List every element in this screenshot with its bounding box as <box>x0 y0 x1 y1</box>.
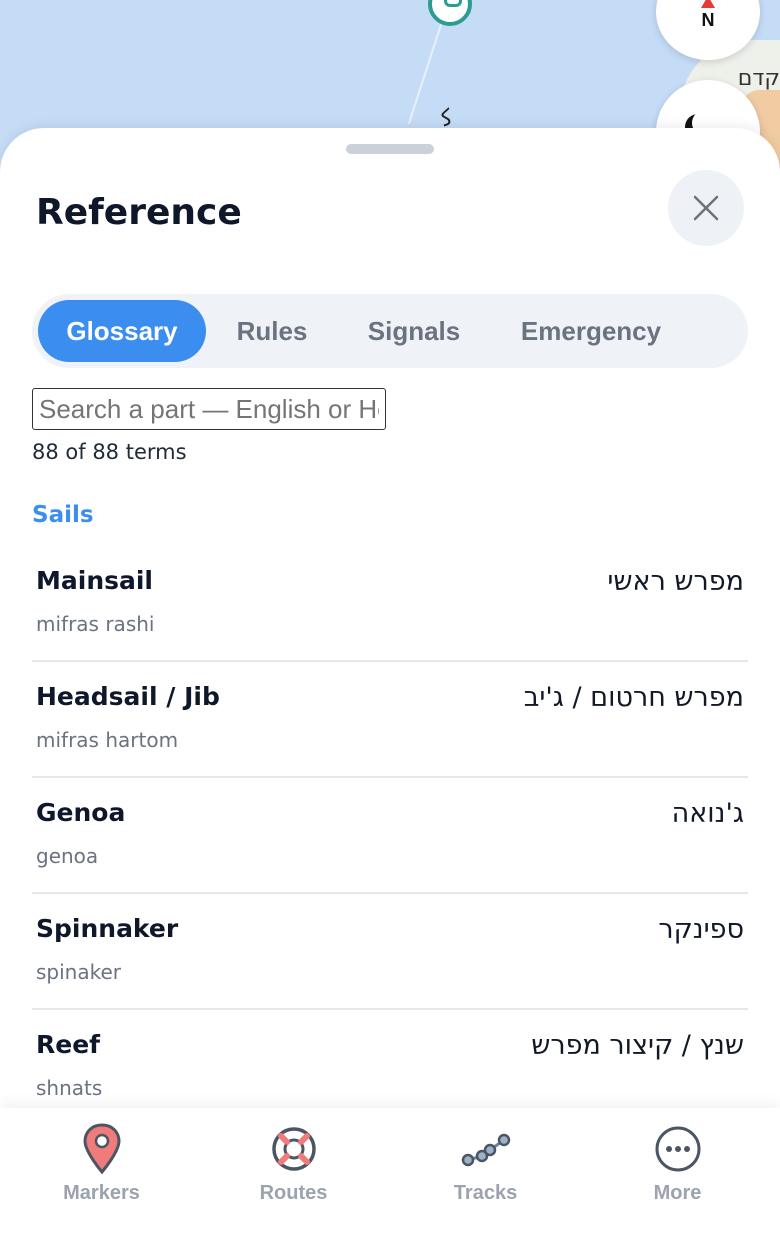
term-transliteration: spinaker <box>36 960 121 984</box>
tab-signals[interactable]: Signals <box>342 300 486 362</box>
term-english: Mainsail <box>36 566 154 595</box>
nav-label: Tracks <box>453 1182 518 1204</box>
nav-tracks[interactable]: Tracks <box>388 1108 583 1240</box>
term-transliteration: mifras rashi <box>36 612 155 636</box>
close-icon <box>693 195 719 221</box>
term-english: Reef <box>36 1030 101 1059</box>
list-item[interactable]: Headsail / Jib mifras hartom מפרש חרטום … <box>32 662 748 778</box>
list-item[interactable]: Spinnaker spinaker ספינקר <box>32 894 748 1010</box>
tab-emergency[interactable]: Emergency <box>494 300 688 362</box>
close-button[interactable] <box>668 170 744 246</box>
term-english: Spinnaker <box>36 914 179 943</box>
tab-rules[interactable]: Rules <box>214 300 330 362</box>
nav-routes[interactable]: Routes <box>196 1108 391 1240</box>
glossary-list: Mainsail mifras rashi מפרש ראשי Headsail… <box>32 546 748 1126</box>
nav-label: More <box>653 1182 702 1204</box>
harbor-marker-icon[interactable] <box>428 0 472 26</box>
lifebuoy-icon <box>271 1127 316 1171</box>
sheet-title: Reference <box>36 192 242 233</box>
bottom-nav: Markers Routes Tracks More <box>0 1108 780 1240</box>
compass-north-label: N <box>701 10 715 30</box>
tracks-icon <box>461 1133 510 1167</box>
nav-label: Markers <box>63 1182 140 1204</box>
map-place-label: קדם <box>737 66 780 91</box>
nav-label: Routes <box>259 1182 328 1204</box>
term-transliteration: mifras hartom <box>36 728 179 752</box>
section-heading-sails: Sails <box>32 502 94 528</box>
marker-pin-icon <box>82 1123 121 1175</box>
term-hebrew: מפרש ראשי <box>607 566 744 597</box>
nav-more[interactable]: More <box>580 1108 775 1240</box>
term-hebrew: שנץ / קיצור מפרש <box>531 1030 744 1061</box>
term-hebrew: ספינקר <box>658 914 744 945</box>
term-english: Genoa <box>36 798 126 827</box>
term-english: Headsail / Jib <box>36 682 220 711</box>
list-item[interactable]: Genoa genoa ג'נואה <box>32 778 748 894</box>
list-item[interactable]: Mainsail mifras rashi מפרש ראשי <box>32 546 748 662</box>
sheet-drag-handle[interactable] <box>346 144 434 154</box>
term-count: 88 of 88 terms <box>32 440 187 464</box>
term-transliteration: shnats <box>36 1076 103 1100</box>
tab-glossary[interactable]: Glossary <box>38 300 206 362</box>
reference-tabs: Glossary Rules Signals Emergency <box>32 294 748 368</box>
term-hebrew: ג'נואה <box>671 798 744 829</box>
nav-markers[interactable]: Markers <box>4 1108 199 1240</box>
more-dots-icon <box>655 1126 700 1172</box>
term-transliteration: genoa <box>36 844 99 868</box>
term-hebrew: מפרש חרטום / ג'יב <box>523 682 744 713</box>
search-input[interactable] <box>32 388 386 430</box>
reference-sheet: Reference Glossary Rules Signals Emergen… <box>0 128 780 1240</box>
compass-needle-icon <box>701 0 715 8</box>
